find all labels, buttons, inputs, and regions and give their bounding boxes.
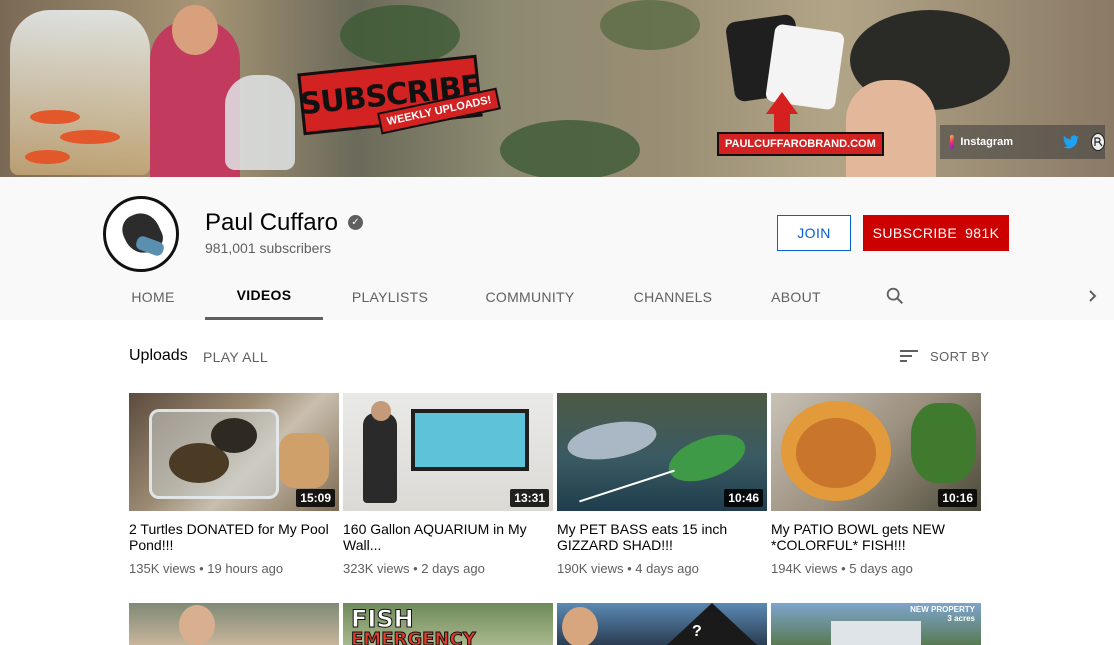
video-thumbnail[interactable]: 13:31 (343, 393, 553, 511)
channel-header: Paul Cuffaro ✓ 981,001 subscribers JOIN … (0, 177, 1114, 320)
tab-channels[interactable]: CHANNELS (622, 273, 724, 320)
tab-home[interactable]: HOME (118, 273, 188, 320)
banner-person-head (172, 5, 218, 55)
thumb-rock (279, 433, 329, 488)
banner-fish (30, 110, 80, 124)
video-meta: 194K views • 5 days ago (771, 561, 913, 576)
thumb-question-text: ? (692, 623, 702, 640)
video-duration: 10:46 (724, 489, 763, 507)
brand-logo-icon[interactable] (1091, 133, 1105, 151)
thumb-person (363, 413, 397, 503)
video-title[interactable]: My PATIO BOWL gets NEW *COLORFUL* FISH!!… (771, 521, 981, 553)
thumb-person-head (179, 605, 215, 645)
uploads-heading: Uploads (129, 347, 188, 364)
thumb-measure-line (579, 469, 675, 503)
video-title[interactable]: 2 Turtles DONATED for My Pool Pond!!! (129, 521, 339, 553)
join-button[interactable]: JOIN (777, 215, 851, 251)
video-card[interactable]: 13:31 160 Gallon AQUARIUM in My Wall... … (343, 393, 553, 576)
banner-plant (340, 5, 460, 65)
banner-plant (600, 0, 700, 50)
video-duration: 13:31 (510, 489, 549, 507)
subscriber-count: 981,001 subscribers (205, 240, 332, 256)
thumb-house (831, 621, 921, 645)
banner-plant (500, 120, 640, 177)
play-all-button[interactable]: PLAY ALL (203, 349, 268, 365)
video-thumbnail[interactable]: 10:46 (557, 393, 767, 511)
tab-videos[interactable]: VIDEOS (205, 273, 323, 320)
thumb-person-head (371, 401, 391, 421)
thumb-aquarium (411, 409, 529, 471)
video-thumbnail[interactable]: 15:09 (129, 393, 339, 511)
thumb-plant (911, 403, 976, 483)
sort-by-button[interactable]: SORT BY (930, 349, 989, 364)
channel-tabs: HOME VIDEOS PLAYLISTS COMMUNITY CHANNELS… (0, 273, 1114, 320)
video-title[interactable]: My PET BASS eats 15 inch GIZZARD SHAD!!! (557, 521, 767, 553)
instagram-link[interactable]: Instagram (960, 136, 1013, 148)
video-thumbnail[interactable]: FISH EMERGENCY (343, 603, 553, 645)
banner-social-links: Instagram (940, 125, 1105, 159)
video-thumbnail[interactable]: NEW PROPERTY 3 acres (771, 603, 981, 645)
video-meta: 323K views • 2 days ago (343, 561, 485, 576)
verified-badge-icon: ✓ (348, 215, 363, 230)
banner-fish-bag (10, 10, 150, 175)
video-card[interactable]: 10:46 My PET BASS eats 15 inch GIZZARD S… (557, 393, 767, 576)
tab-community[interactable]: COMMUNITY (474, 273, 586, 320)
banner-arrow-icon (766, 92, 798, 114)
instagram-icon[interactable] (950, 135, 955, 149)
banner-hand (846, 80, 936, 177)
thumb-house-silhouette (667, 603, 757, 645)
sort-icon[interactable] (899, 347, 919, 365)
video-duration: 10:16 (938, 489, 977, 507)
twitter-icon[interactable] (1063, 135, 1079, 149)
video-meta: 135K views • 19 hours ago (129, 561, 284, 576)
banner-fish (25, 150, 70, 164)
subscribe-count: 981K (965, 225, 1000, 241)
thumb-emergency-text: EMERGENCY (351, 629, 477, 645)
subscribe-button[interactable]: SUBSCRIBE 981K (863, 215, 1009, 251)
thumb-property-text: NEW PROPERTY (910, 605, 975, 614)
thumb-fish (564, 415, 660, 466)
subscribe-label: SUBSCRIBE (872, 225, 958, 241)
video-title[interactable]: 160 Gallon AQUARIUM in My Wall... (343, 521, 553, 553)
channel-banner: SUBSCRIBE WEEKLY UPLOADS! PAULCUFFAROBRA… (0, 0, 1114, 177)
chevron-right-icon[interactable] (1083, 285, 1103, 307)
thumb-bowl-inner (796, 418, 876, 488)
banner-brand-url: PAULCUFFAROBRAND.COM (717, 132, 884, 156)
banner-fish (60, 130, 120, 144)
thumb-acres-text: 3 acres (947, 614, 975, 623)
banner-bag (225, 75, 295, 170)
thumb-person-head (562, 607, 598, 645)
video-thumbnail[interactable] (129, 603, 339, 645)
video-duration: 15:09 (296, 489, 335, 507)
tab-about[interactable]: ABOUT (760, 273, 832, 320)
video-thumbnail[interactable]: 10:16 (771, 393, 981, 511)
thumb-bass (662, 425, 752, 491)
banner-arrow-stem (774, 112, 790, 132)
tab-playlists[interactable]: PLAYLISTS (340, 273, 440, 320)
thumb-turtle (211, 418, 257, 453)
search-icon[interactable] (884, 285, 906, 307)
video-card[interactable]: 15:09 2 Turtles DONATED for My Pool Pond… (129, 393, 339, 576)
channel-avatar[interactable] (103, 196, 179, 272)
video-thumbnail[interactable]: ? (557, 603, 767, 645)
video-card[interactable]: 10:16 My PATIO BOWL gets NEW *COLORFUL* … (771, 393, 981, 576)
channel-name: Paul Cuffaro (205, 209, 338, 236)
video-meta: 190K views • 4 days ago (557, 561, 699, 576)
